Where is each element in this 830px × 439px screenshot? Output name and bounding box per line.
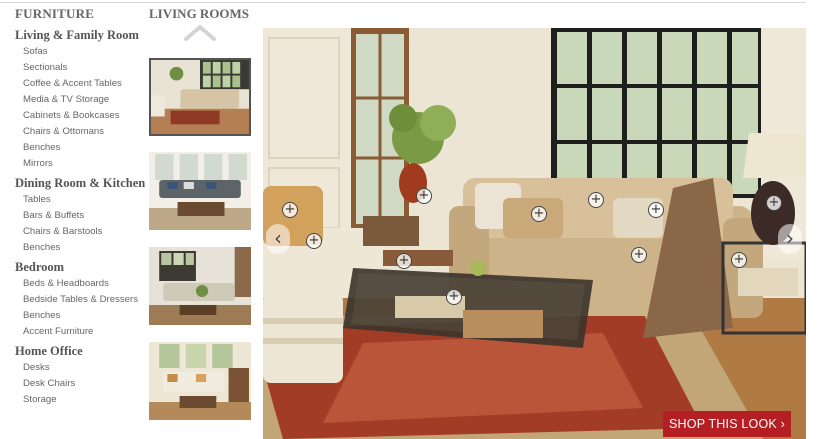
prev-arrow-icon[interactable]: ‹ (266, 224, 290, 254)
product-hotspot[interactable]: + (648, 202, 664, 218)
product-hotspot[interactable]: + (282, 202, 298, 218)
nav-item[interactable]: Storage (23, 394, 145, 406)
nav-section-office[interactable]: Home Office (15, 344, 145, 359)
living-rooms-header: LIVING ROOMS (149, 6, 253, 22)
nav-item[interactable]: Chairs & Ottomans (23, 126, 145, 138)
nav-item[interactable]: Bars & Buffets (23, 210, 145, 222)
product-hotspot[interactable]: + (631, 247, 647, 263)
room-hero-image (263, 28, 806, 439)
scroll-up-icon[interactable] (184, 24, 216, 42)
nav-section-dining[interactable]: Dining Room & Kitchen (15, 176, 145, 191)
product-hotspot[interactable]: + (766, 195, 782, 211)
product-hotspot[interactable]: + (531, 206, 547, 222)
product-hotspot[interactable]: + (588, 192, 604, 208)
nav-item[interactable]: Benches (23, 142, 145, 154)
room-thumbnail-3[interactable] (149, 247, 251, 325)
next-arrow-icon[interactable]: › (778, 224, 802, 254)
nav-item[interactable]: Sectionals (23, 62, 145, 74)
nav-item[interactable]: Cabinets & Bookcases (23, 110, 145, 122)
nav-item[interactable]: Beds & Headboards (23, 278, 145, 290)
nav-item[interactable]: Desks (23, 362, 145, 374)
product-hotspot[interactable]: + (396, 253, 412, 269)
nav-item[interactable]: Benches (23, 242, 145, 254)
nav-section-bedroom[interactable]: Bedroom (15, 260, 145, 275)
nav-item[interactable]: Media & TV Storage (23, 94, 145, 106)
room-thumbnail-1[interactable] (149, 58, 251, 136)
shop-this-look-button[interactable]: SHOP THIS LOOK › (663, 411, 791, 437)
product-hotspot[interactable]: + (446, 289, 462, 305)
nav-item[interactable]: Tables (23, 194, 145, 206)
top-divider (0, 2, 806, 3)
product-hotspot[interactable]: + (306, 233, 322, 249)
room-thumbnail-2[interactable] (149, 152, 251, 230)
thumbs-title: LIVING ROOMS (149, 6, 250, 21)
nav-item[interactable]: Sofas (23, 46, 145, 58)
nav-item[interactable]: Mirrors (23, 158, 145, 170)
nav-title: FURNITURE (15, 6, 95, 21)
nav-item[interactable]: Bedside Tables & Dressers (23, 294, 145, 306)
product-hotspot[interactable]: + (416, 188, 432, 204)
nav-item[interactable]: Chairs & Barstools (23, 226, 145, 238)
nav-item[interactable]: Coffee & Accent Tables (23, 78, 145, 90)
nav-item[interactable]: Accent Furniture (23, 326, 145, 338)
nav-item[interactable]: Benches (23, 310, 145, 322)
furniture-nav: FURNITURE Living & Family Room Sofas Sec… (15, 6, 145, 410)
product-hotspot[interactable]: + (731, 252, 747, 268)
nav-item[interactable]: Desk Chairs (23, 378, 145, 390)
room-thumbnail-4[interactable] (149, 342, 251, 420)
nav-section-living[interactable]: Living & Family Room (15, 28, 145, 43)
